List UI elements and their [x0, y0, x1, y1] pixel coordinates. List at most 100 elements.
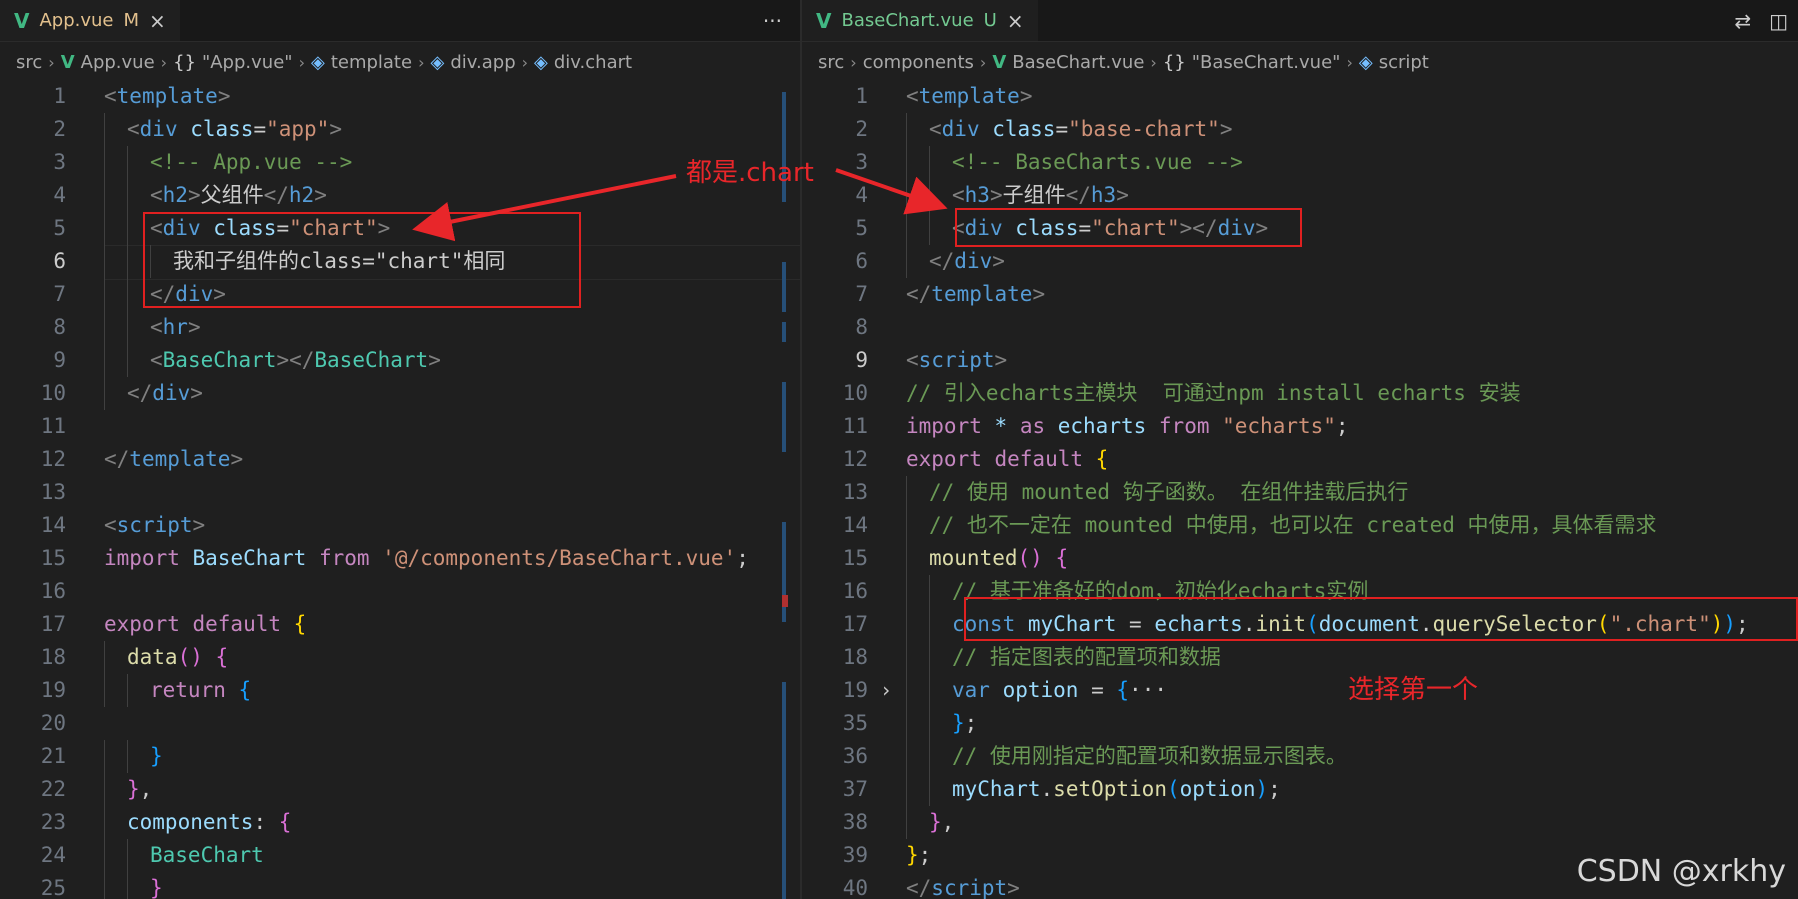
- breadcrumb-item[interactable]: "BaseChart.vue": [1192, 52, 1341, 73]
- tab-app-vue[interactable]: V App.vue M ×: [0, 0, 180, 41]
- code-text: <hr>: [150, 315, 201, 339]
- code-line[interactable]: 20: [0, 707, 802, 740]
- code-line[interactable]: 4 <h2>父组件</h2>: [0, 179, 802, 212]
- code-text: export default {: [104, 612, 307, 636]
- close-icon[interactable]: ×: [149, 9, 166, 33]
- code-line[interactable]: 35};: [802, 707, 1798, 740]
- code-text: // 使用刚指定的配置项和数据显示图表。: [952, 744, 1347, 768]
- code-line[interactable]: 15 import BaseChart from '@/components/Ba…: [0, 542, 802, 575]
- code-line[interactable]: 6 </div>: [802, 245, 1798, 278]
- ruler-error-mark: [782, 595, 788, 607]
- code-line[interactable]: 37 myChart.setOption(option);: [802, 773, 1798, 806]
- code-text: };: [906, 843, 932, 867]
- code-line[interactable]: 7 </template>: [802, 278, 1798, 311]
- annotation-box-app-chart-div: [143, 212, 581, 308]
- code-text: // 也不一定在 mounted 中使用，也可以在 created 中使用，具体…: [929, 513, 1657, 537]
- code-line[interactable]: 36 // 使用刚指定的配置项和数据显示图表。: [802, 740, 1798, 773]
- code-line[interactable]: 12 export default {: [802, 443, 1798, 476]
- code-line[interactable]: 13 // 使用 mounted 钩子函数。 在组件挂载后执行: [802, 476, 1798, 509]
- watermark: CSDN @xrkhy: [1576, 854, 1786, 889]
- code-line[interactable]: 2 <div class="app">: [0, 113, 802, 146]
- breadcrumb-item[interactable]: template: [331, 52, 412, 73]
- code-line[interactable]: 14 <script>: [0, 509, 802, 542]
- code-line[interactable]: 8: [802, 311, 1798, 344]
- chevron-right-icon: ›: [160, 52, 168, 72]
- left-overview-ruler[interactable]: [782, 82, 798, 899]
- breadcrumb-item[interactable]: div.app: [450, 52, 515, 73]
- line-number: 12: [40, 447, 66, 471]
- line-number: 35: [842, 711, 868, 735]
- more-actions-icon[interactable]: ···: [763, 9, 782, 33]
- indent-guide: [906, 641, 907, 674]
- code-line[interactable]: 17 export default {: [0, 608, 802, 641]
- breadcrumb-item[interactable]: src: [16, 52, 42, 73]
- code-line[interactable]: 3 <!-- BaseCharts.vue -->: [802, 146, 1798, 179]
- code-line[interactable]: 10 // 引入echarts主模块 可通过npm install echarts…: [802, 377, 1798, 410]
- close-icon[interactable]: ×: [1007, 9, 1024, 33]
- chevron-right-icon[interactable]: ›: [880, 674, 892, 707]
- breadcrumb-item[interactable]: "App.vue": [202, 52, 293, 73]
- left-code-editor[interactable]: 1 <template> 2 <div class="app"> 3 <!-- App.v…: [0, 80, 802, 899]
- code-line[interactable]: 16: [0, 575, 802, 608]
- code-line[interactable]: 11 import * as echarts from "echarts";: [802, 410, 1798, 443]
- indent-guide: [906, 674, 907, 707]
- line-number: 9: [53, 348, 66, 372]
- breadcrumb-item[interactable]: div.chart: [554, 52, 632, 73]
- code-line[interactable]: 9 <BaseChart></BaseChart>: [0, 344, 802, 377]
- split-editor-icon[interactable]: ◫: [1769, 9, 1788, 33]
- code-line[interactable]: 13: [0, 476, 802, 509]
- tab-basechart-vue[interactable]: V BaseChart.vue U ×: [802, 0, 1038, 41]
- code-line[interactable]: 19 › var option = {···: [802, 674, 1798, 707]
- code-line[interactable]: 23 components: {: [0, 806, 802, 839]
- code-line[interactable]: 2 <div class="base-chart">: [802, 113, 1798, 146]
- vue-file-icon: V: [60, 51, 75, 73]
- breadcrumb-item[interactable]: src: [818, 52, 844, 73]
- line-number: 10: [842, 381, 868, 405]
- code-line[interactable]: 12 </template>: [0, 443, 802, 476]
- line-number: 14: [40, 513, 66, 537]
- code-line[interactable]: 3 <!-- App.vue -->: [0, 146, 802, 179]
- code-line[interactable]: 15 mounted() {: [802, 542, 1798, 575]
- tab-filename: BaseChart.vue: [841, 10, 974, 31]
- indent-guide: [104, 245, 105, 278]
- breadcrumb-item[interactable]: components: [863, 52, 974, 73]
- code-line[interactable]: 25}: [0, 872, 802, 899]
- indent-guide: [906, 146, 907, 179]
- breadcrumb-item[interactable]: script: [1379, 52, 1429, 73]
- line-number: 17: [842, 612, 868, 636]
- ruler-mark: [782, 382, 786, 452]
- breadcrumb-item[interactable]: BaseChart.vue: [1012, 52, 1144, 73]
- indent-guide: [929, 608, 930, 641]
- code-line[interactable]: 9 <script>: [802, 344, 1798, 377]
- code-line[interactable]: 21}: [0, 740, 802, 773]
- line-number: 19: [842, 678, 868, 702]
- code-text: data() {: [127, 645, 229, 669]
- code-line[interactable]: 18 data() {: [0, 641, 802, 674]
- code-text: myChart.setOption(option);: [952, 777, 1281, 801]
- code-line[interactable]: 38},: [802, 806, 1798, 839]
- indent-guide: [906, 773, 907, 806]
- code-line[interactable]: 11: [0, 410, 802, 443]
- indent-guide: [104, 839, 105, 872]
- code-line[interactable]: 14 // 也不一定在 mounted 中使用，也可以在 created 中使用，…: [802, 509, 1798, 542]
- indent-guide: [127, 839, 128, 872]
- code-line[interactable]: 18 // 指定图表的配置项和数据: [802, 641, 1798, 674]
- code-line[interactable]: 10 </div>: [0, 377, 802, 410]
- code-line[interactable]: 22},: [0, 773, 802, 806]
- indent-guide: [104, 113, 105, 146]
- breadcrumb: src › components › V BaseChart.vue ›{} "BaseCha…: [802, 42, 1429, 82]
- code-line[interactable]: 8 <hr>: [0, 311, 802, 344]
- right-code-editor[interactable]: 1 <template> 2 <div class="base-chart"> 3 <!-…: [802, 80, 1798, 899]
- tab-filename: App.vue: [39, 10, 114, 31]
- code-line[interactable]: 19 return {: [0, 674, 802, 707]
- line-number: 5: [855, 216, 868, 240]
- code-line[interactable]: 24 BaseChart: [0, 839, 802, 872]
- code-line[interactable]: 1 <template>: [0, 80, 802, 113]
- code-text: components: {: [127, 810, 292, 834]
- code-text: </template>: [104, 447, 244, 471]
- code-line[interactable]: 1 <template>: [802, 80, 1798, 113]
- breadcrumb-item[interactable]: App.vue: [81, 52, 155, 73]
- compare-changes-icon[interactable]: ⇄: [1734, 9, 1751, 33]
- code-text: // 引入echarts主模块 可通过npm install echarts 安…: [906, 381, 1521, 405]
- indent-guide: [127, 146, 128, 179]
